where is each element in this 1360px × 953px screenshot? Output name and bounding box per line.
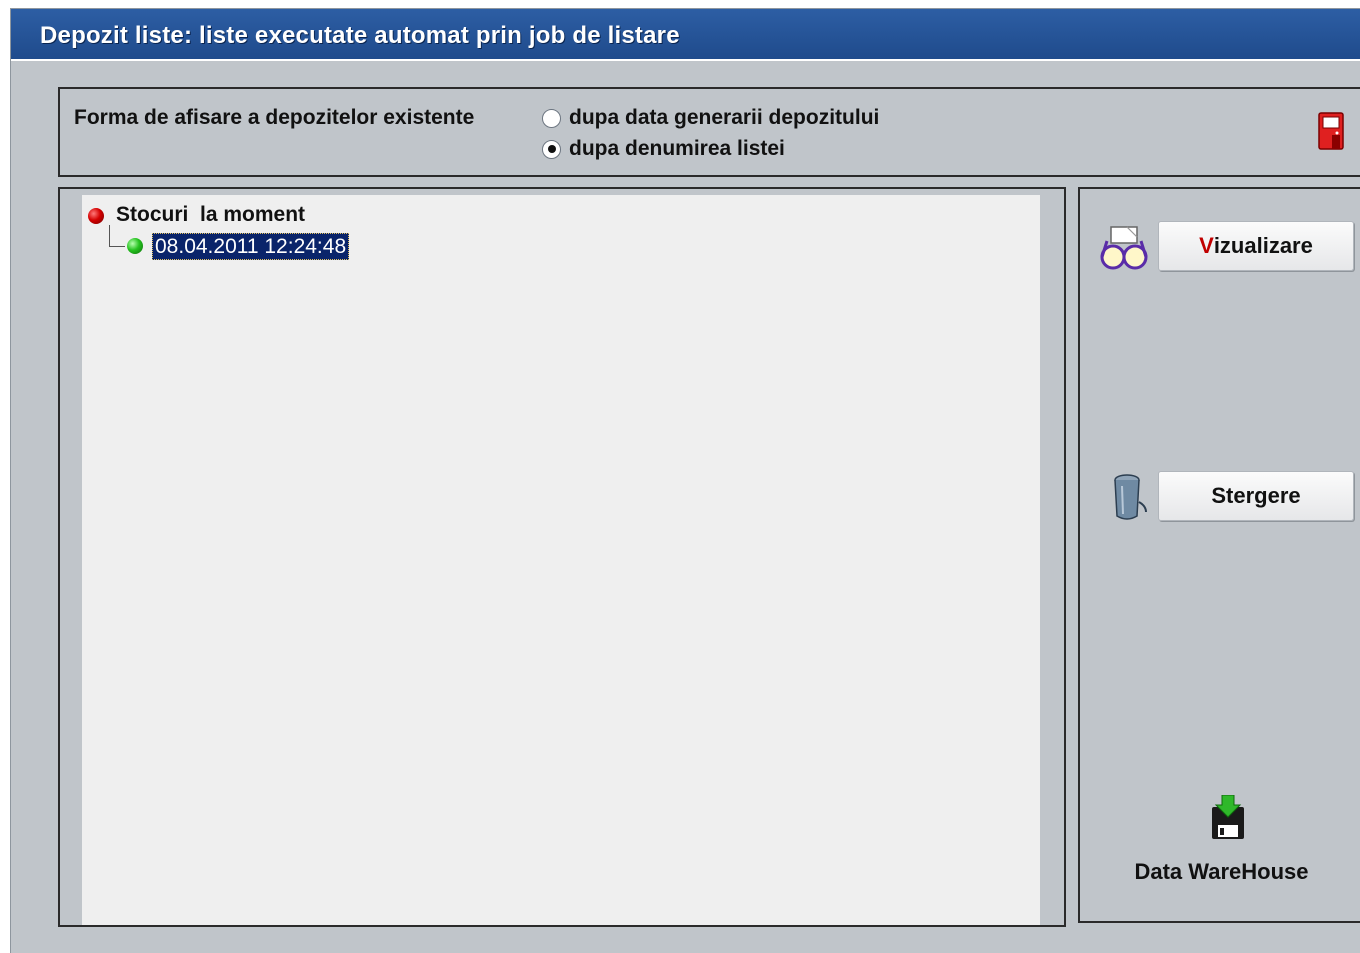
tree-connector-line bbox=[109, 225, 110, 247]
datawarehouse-label[interactable]: Data WareHouse bbox=[1080, 859, 1360, 885]
actions-panel: Vizualizare Stergere Data WareHouse bbox=[1078, 187, 1360, 923]
radio-button-date[interactable] bbox=[542, 108, 561, 128]
main-window: Depozit liste: liste executate automat p… bbox=[10, 8, 1360, 953]
green-status-icon bbox=[127, 238, 143, 254]
display-options-panel: Forma de afisare a depozitelor existente… bbox=[58, 87, 1360, 177]
view-button-accent: V bbox=[1199, 233, 1214, 258]
radio-label-date: dupa data generarii depozitului bbox=[569, 106, 880, 129]
radio-button-name[interactable] bbox=[542, 139, 561, 159]
radio-sort-by-name[interactable]: dupa denumirea listei bbox=[542, 137, 785, 161]
trash-can-icon bbox=[1114, 474, 1147, 520]
title-bar: Depozit liste: liste executate automat p… bbox=[11, 9, 1360, 61]
view-button[interactable]: Vizualizare bbox=[1158, 221, 1354, 271]
radio-sort-by-date[interactable]: dupa data generarii depozitului bbox=[542, 106, 879, 130]
exit-door-icon[interactable] bbox=[1316, 111, 1346, 151]
display-options-label: Forma de afisare a depozitelor existente bbox=[74, 106, 475, 129]
list-tree-panel: Stocuri la moment 08.04.2011 12:24:48 bbox=[58, 187, 1066, 927]
tree-node-selected[interactable]: 08.04.2011 12:24:48 bbox=[152, 233, 350, 260]
tree-connector-line bbox=[109, 246, 125, 247]
floppy-save-icon[interactable] bbox=[1208, 795, 1248, 841]
glasses-icon bbox=[1100, 226, 1148, 270]
view-button-label: izualizare bbox=[1213, 233, 1313, 258]
delete-button[interactable]: Stergere bbox=[1158, 471, 1354, 521]
tree-view[interactable]: Stocuri la moment 08.04.2011 12:24:48 bbox=[82, 195, 1040, 925]
radio-label-name: dupa denumirea listei bbox=[569, 137, 785, 160]
tree-node-root[interactable]: Stocuri la moment bbox=[116, 203, 305, 227]
window-title: Depozit liste: liste executate automat p… bbox=[40, 22, 680, 49]
red-status-icon bbox=[88, 208, 104, 224]
